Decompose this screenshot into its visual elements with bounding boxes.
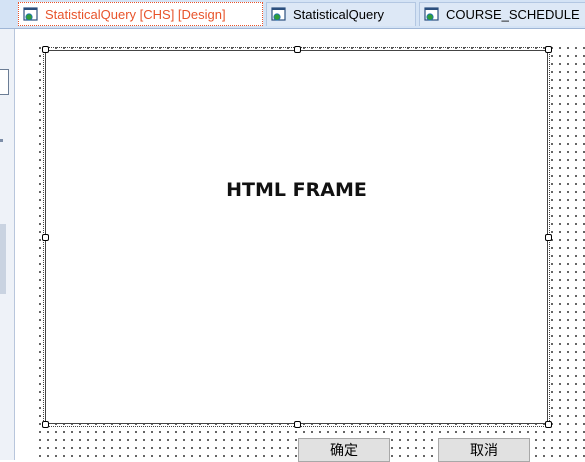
resize-handle-right[interactable] <box>545 234 552 241</box>
left-gutter <box>0 29 15 460</box>
resize-handle-bottom-left[interactable] <box>42 421 49 428</box>
resize-handle-bottom-right[interactable] <box>545 421 552 428</box>
html-frame-control[interactable]: HTML FRAME <box>45 50 548 424</box>
document-globe-icon <box>424 7 439 21</box>
gutter-scroll-thumb[interactable] <box>0 224 6 294</box>
tab-label: StatisticalQuery [CHS] [Design] <box>45 6 226 22</box>
tab-statisticalquery[interactable]: StatisticalQuery <box>266 2 416 26</box>
html-frame-label: HTML FRAME <box>226 179 367 201</box>
resize-handle-left[interactable] <box>42 234 49 241</box>
ok-button-label: 确定 <box>330 443 358 459</box>
resize-handle-bottom[interactable] <box>294 421 301 428</box>
collapsed-panel-tab[interactable] <box>0 69 9 95</box>
tab-statisticalquery-design[interactable]: StatisticalQuery [CHS] [Design] <box>18 2 263 26</box>
document-tab-strip: StatisticalQuery [CHS] [Design] Statisti… <box>0 0 585 29</box>
tab-label: StatisticalQuery <box>293 7 385 22</box>
resize-handle-top-left[interactable] <box>42 46 49 53</box>
cancel-button[interactable]: 取消 <box>438 438 530 462</box>
resize-handle-top-right[interactable] <box>545 46 552 53</box>
cancel-button-label: 取消 <box>470 443 498 459</box>
document-globe-icon <box>23 6 38 21</box>
resize-handle-top[interactable] <box>294 46 301 53</box>
tab-course-schedule[interactable]: COURSE_SCHEDULE <box>419 2 585 26</box>
ok-button[interactable]: 确定 <box>298 438 390 462</box>
gutter-marker <box>0 139 3 142</box>
tab-label: COURSE_SCHEDULE <box>446 7 580 22</box>
document-globe-icon <box>271 7 286 21</box>
